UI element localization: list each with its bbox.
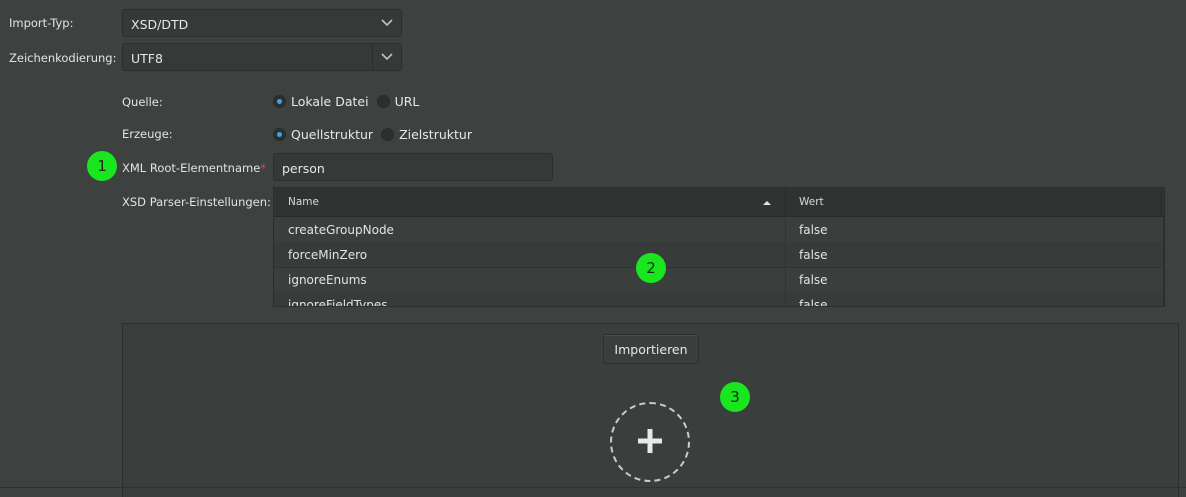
column-divider <box>1161 188 1162 216</box>
import-type-select[interactable]: XSD/DTD <box>122 9 402 37</box>
column-divider <box>785 267 786 292</box>
generate-radio-target[interactable] <box>381 128 395 141</box>
sort-ascending-icon[interactable] <box>763 195 771 209</box>
parser-settings-table[interactable]: Name Wert createGroupNode false forceMin… <box>273 187 1165 307</box>
import-type-label: Import-Typ: <box>9 16 74 30</box>
generate-radio-group: Quellstruktur Zielstruktur <box>273 127 480 142</box>
row-name: forceMinZero <box>288 248 368 262</box>
add-file-dropzone[interactable] <box>610 402 690 482</box>
row-value: false <box>799 273 828 287</box>
table-body: createGroupNode false forceMinZero false… <box>274 217 1163 306</box>
generate-option-source[interactable]: Quellstruktur <box>291 127 373 142</box>
parser-settings-label: XSD Parser-Einstellungen: <box>122 195 271 209</box>
annotation-badge-3: 3 <box>720 382 750 412</box>
row-name: createGroupNode <box>288 223 394 237</box>
encoding-label: Zeichenkodierung: <box>9 51 117 65</box>
scrollbar-divider <box>1163 217 1164 306</box>
table-header: Name Wert <box>274 188 1164 217</box>
plus-icon <box>637 428 663 457</box>
generate-radio-source[interactable] <box>273 128 286 141</box>
table-row[interactable]: ignoreFieldTypes false <box>274 292 1163 306</box>
source-option-url[interactable]: URL <box>395 94 420 109</box>
row-value: false <box>799 223 828 237</box>
required-mark: * <box>260 161 267 175</box>
encoding-value: UTF8 <box>131 51 163 66</box>
source-radio-group: Lokale Datei URL <box>273 94 427 109</box>
column-header-name[interactable]: Name <box>288 196 319 208</box>
root-element-label-text: XML Root-Elementname <box>122 161 261 175</box>
source-label: Quelle: <box>122 95 163 109</box>
row-value: false <box>799 298 828 306</box>
root-element-value: person <box>282 161 325 176</box>
import-button[interactable]: Importieren <box>603 334 699 364</box>
column-divider <box>785 217 786 242</box>
column-divider <box>785 242 786 267</box>
bottom-divider <box>0 487 1186 488</box>
generate-label: Erzeuge: <box>122 127 173 141</box>
chevron-down-icon <box>373 10 401 36</box>
root-element-input[interactable]: person <box>273 153 553 181</box>
row-value: false <box>799 248 828 262</box>
table-row[interactable]: forceMinZero false <box>274 242 1163 268</box>
generate-option-target[interactable]: Zielstruktur <box>399 127 472 142</box>
row-name: ignoreEnums <box>288 273 367 287</box>
row-name: ignoreFieldTypes <box>288 298 388 306</box>
root-element-label: XML Root-Elementname* <box>122 161 266 175</box>
source-radio-local[interactable] <box>273 95 286 108</box>
column-divider <box>785 292 786 306</box>
encoding-select[interactable]: UTF8 <box>122 43 402 71</box>
annotation-badge-2: 2 <box>636 253 666 283</box>
source-option-local[interactable]: Lokale Datei <box>291 94 369 109</box>
annotation-badge-1: 1 <box>87 151 117 181</box>
table-row[interactable]: ignoreEnums false <box>274 267 1163 293</box>
import-type-value: XSD/DTD <box>131 17 189 32</box>
column-header-value[interactable]: Wert <box>799 196 824 208</box>
chevron-down-icon[interactable] <box>372 44 401 70</box>
table-row[interactable]: createGroupNode false <box>274 217 1163 243</box>
source-radio-url[interactable] <box>376 95 390 108</box>
import-panel: Importieren <box>122 323 1179 497</box>
column-divider <box>785 188 786 216</box>
